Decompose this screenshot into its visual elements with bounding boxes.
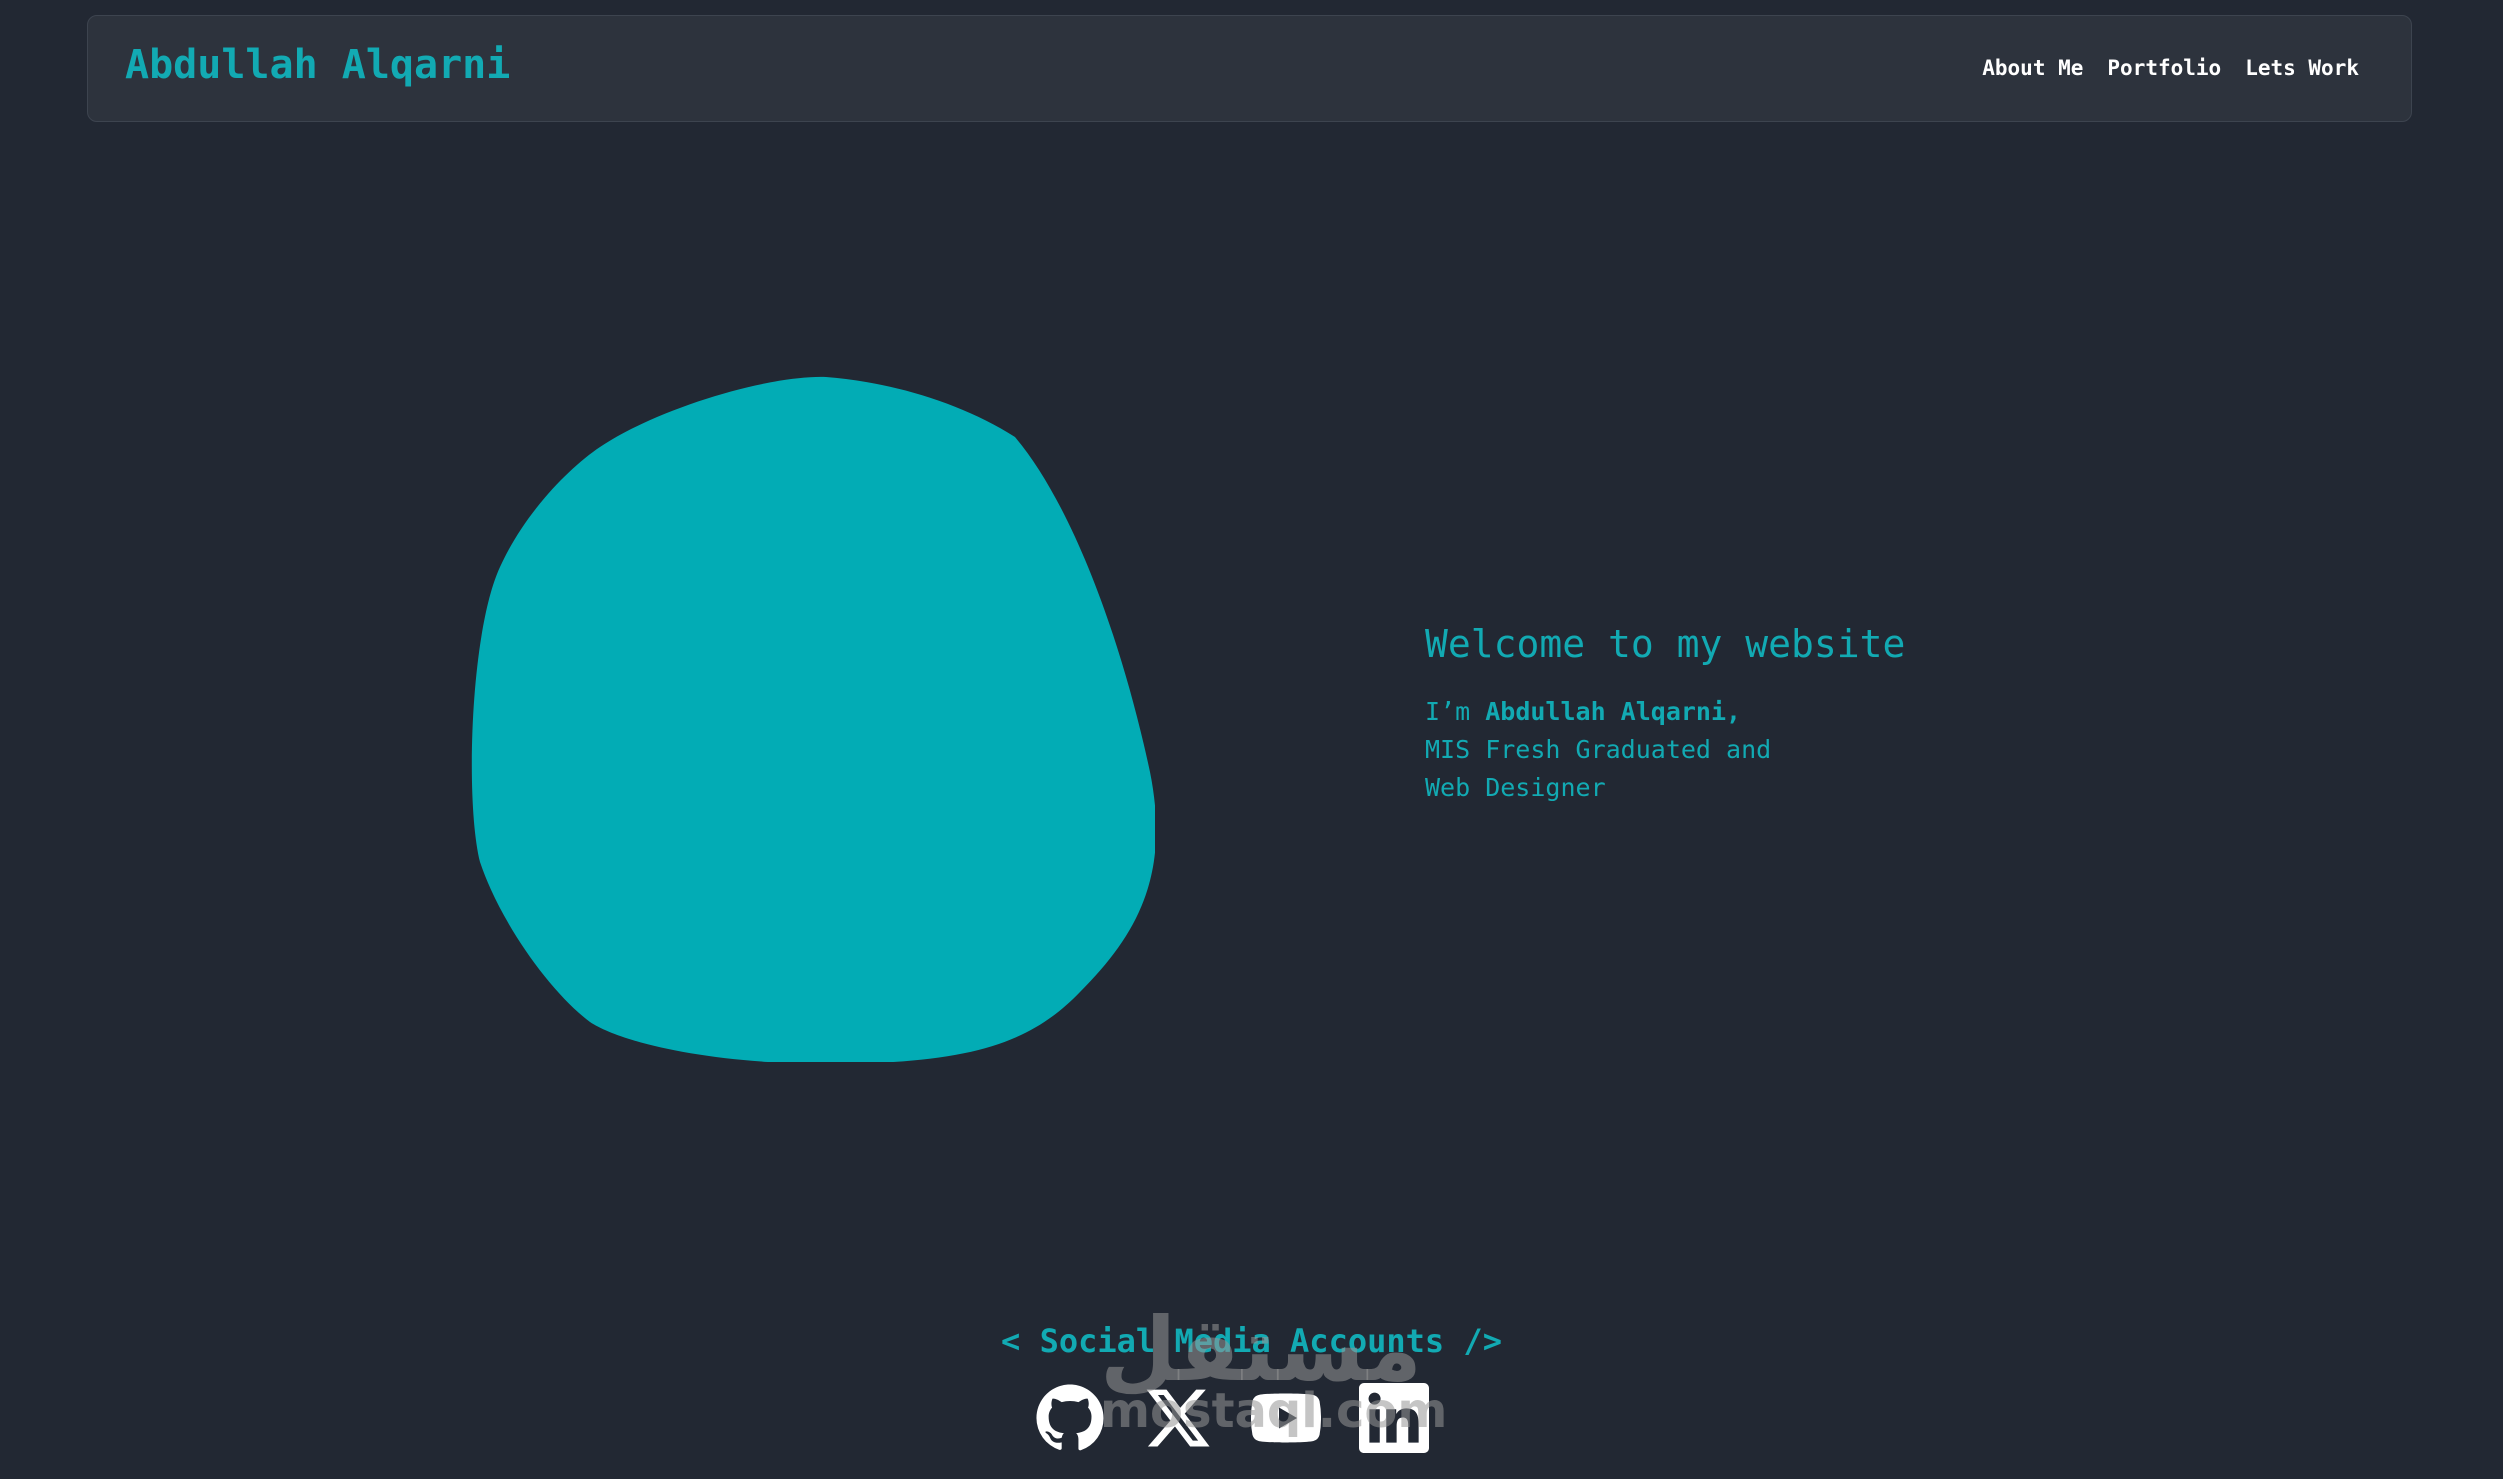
x-icon[interactable]	[1143, 1383, 1213, 1453]
hero-name: Abdullah Alqarni,	[1485, 697, 1742, 726]
nav-lets-work-link[interactable]: Lets Work	[2245, 56, 2359, 80]
nav-about-me-link[interactable]: About Me	[1982, 56, 2083, 80]
hero-blob-image	[470, 372, 1155, 1062]
hero-description: I’m Abdullah Alqarni, MIS Fresh Graduate…	[1425, 693, 2125, 807]
linkedin-icon[interactable]	[1359, 1383, 1429, 1453]
social-icons-row	[1035, 1383, 1429, 1453]
hero-intro-line: I’m Abdullah Alqarni,	[1425, 693, 2125, 731]
social-media-heading: < Social Media Accounts />	[1001, 1322, 1502, 1360]
hero-title: Welcome to my website	[1425, 622, 1906, 666]
brand-logo-text[interactable]: Abdullah Alqarni	[125, 42, 510, 88]
hero-line-3: Web Designer	[1425, 773, 1606, 802]
nav-portfolio-link[interactable]: Portfolio	[2107, 56, 2221, 80]
navbar: Abdullah Alqarni About Me Portfolio Lets…	[87, 15, 2412, 122]
hero-section: Welcome to my website I’m Abdullah Alqar…	[1425, 622, 2125, 807]
youtube-icon[interactable]	[1251, 1383, 1321, 1453]
page: Abdullah Alqarni About Me Portfolio Lets…	[0, 0, 2503, 1479]
nav-links: About Me Portfolio Lets Work	[1982, 56, 2359, 80]
github-icon[interactable]	[1035, 1383, 1105, 1453]
hero-line-2: MIS Fresh Graduated and	[1425, 735, 1772, 764]
hero-intro-prefix: I’m	[1425, 697, 1486, 726]
